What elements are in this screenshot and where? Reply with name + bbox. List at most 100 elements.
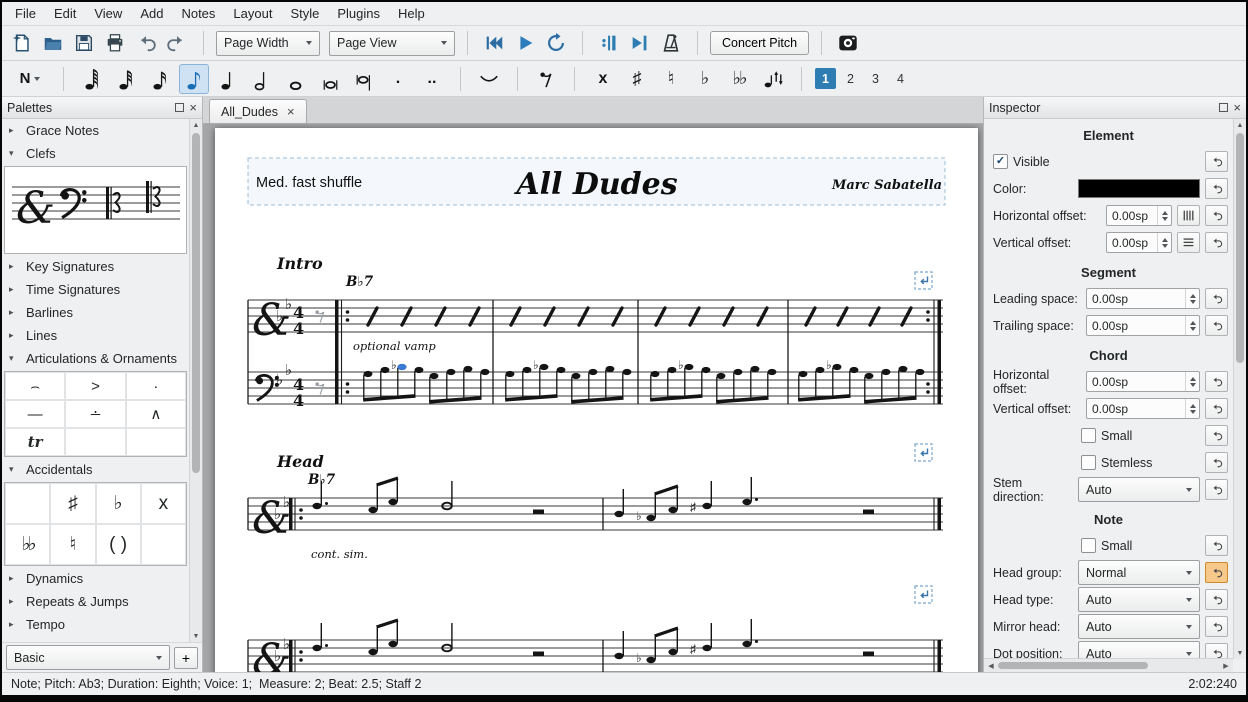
open-button[interactable] [39,29,67,57]
vertical-offset-spin[interactable]: 0.00sp [1106,232,1172,253]
duration-16th-button[interactable] [145,64,175,94]
dot-position-select[interactable]: Auto [1078,641,1200,659]
duration-whole-button[interactable] [281,64,311,94]
snap-horizontal-button[interactable] [1177,205,1200,226]
empty-cell[interactable] [65,428,125,456]
reset-dot-position-button[interactable] [1205,643,1228,659]
float-panel-icon[interactable] [1219,103,1228,112]
palette-set-select[interactable]: Basic [6,645,170,670]
menu-layout[interactable]: Layout [224,3,281,24]
palette-item-tempo[interactable]: ▸Tempo [2,613,190,636]
reset-chord-horizontal-button[interactable] [1205,371,1228,392]
voice-2-button[interactable]: 2 [840,68,861,89]
reset-chord-small-button[interactable] [1205,425,1228,446]
menu-plugins[interactable]: Plugins [328,3,389,24]
palette-item-clefs[interactable]: ▾Clefs [2,142,190,165]
voice-1-button[interactable]: 1 [815,68,836,89]
natural-cell[interactable]: ♮ [50,524,95,565]
play-repeats-button[interactable] [595,29,623,57]
score-page[interactable]: Med. fast shuffle All Dudes Marc Sabatel… [215,128,978,672]
tie-button[interactable] [474,64,504,94]
composer-text[interactable]: Marc Sabatella [831,178,942,193]
double-sharp-button[interactable]: x [588,64,618,94]
flat-button[interactable]: ♭ [690,64,720,94]
staccato-cell[interactable]: · [126,372,186,400]
print-button[interactable] [101,29,129,57]
scrollbar-thumb[interactable] [192,133,200,473]
double-dot-button[interactable]: .. [417,64,447,94]
spin-arrows[interactable] [1185,372,1199,391]
scroll-down-icon[interactable]: ▼ [1234,647,1246,659]
expression-text[interactable]: optional vamp [353,339,436,353]
double-flat-button[interactable]: ♭♭ [724,64,754,94]
system-break-icon[interactable] [915,586,932,603]
duration-64th-button[interactable] [77,64,107,94]
leading-space-spin[interactable]: 0.00sp [1086,288,1200,309]
time-signature[interactable]: 4 [293,391,304,410]
double-sharp-cell[interactable]: x [141,483,186,524]
sharp-button[interactable]: ♯ [622,64,652,94]
image-capture-button[interactable] [834,29,862,57]
horizontal-offset-spin[interactable]: 0.00sp [1106,205,1172,226]
double-flat-cell[interactable]: ♭♭ [5,524,50,565]
view-mode-select[interactable]: Page View [329,31,455,56]
color-swatch[interactable] [1078,179,1200,198]
palette-item-time-signatures[interactable]: ▸Time Signatures [2,278,190,301]
clefs-palette-grid[interactable]: & [4,166,187,254]
spin-arrows[interactable] [1157,233,1171,252]
undo-button[interactable] [132,29,160,57]
menu-help[interactable]: Help [389,3,434,24]
palette-item-grace-notes[interactable]: ▸Grace Notes [2,119,190,142]
reset-visible-button[interactable] [1205,151,1228,172]
scrollbar-thumb[interactable] [998,662,1148,669]
menu-style[interactable]: Style [281,3,328,24]
save-button[interactable] [70,29,98,57]
empty-cell[interactable] [5,483,50,524]
spin-arrows[interactable] [1185,316,1199,335]
tenuto-cell[interactable]: — [5,400,65,428]
zoom-select[interactable]: Page Width [216,31,320,56]
reset-note-small-button[interactable] [1205,535,1228,556]
reset-leading-space-button[interactable] [1205,288,1228,309]
accent-cell[interactable]: > [65,372,125,400]
tab-all-dudes[interactable]: All_Dudes × [209,99,307,123]
close-icon[interactable]: × [287,107,295,117]
flip-direction-button[interactable] [758,64,788,94]
empty-cell[interactable] [126,428,186,456]
natural-button[interactable]: ♮ [656,64,686,94]
duration-half-button[interactable] [247,64,277,94]
duration-breve-button[interactable] [315,64,345,94]
palette-item-dynamics[interactable]: ▸Dynamics [2,567,190,590]
rehearsal-mark-intro[interactable]: Intro [276,254,323,273]
rehearsal-mark-head[interactable]: Head [276,452,324,471]
reset-mirror-head-button[interactable] [1205,616,1228,637]
menu-file[interactable]: File [6,3,45,24]
trill-cell[interactable]: tr [5,428,65,456]
reset-horizontal-offset-button[interactable] [1205,205,1228,226]
menu-notes[interactable]: Notes [172,3,224,24]
palette-item-repeats-jumps[interactable]: ▸Repeats & Jumps [2,590,190,613]
scroll-right-icon[interactable]: ▶ [1219,660,1233,672]
concert-pitch-button[interactable]: Concert Pitch [710,31,809,55]
scroll-down-icon[interactable]: ▼ [190,630,202,642]
menu-edit[interactable]: Edit [45,3,85,24]
voice-4-button[interactable]: 4 [890,68,911,89]
head-type-select[interactable]: Auto [1078,587,1200,612]
palette-item-key-signatures[interactable]: ▸Key Signatures [2,255,190,278]
empty-cell[interactable] [141,524,186,565]
palette-item-articulations[interactable]: ▾Articulations & Ornaments [2,347,190,370]
trailing-space-spin[interactable]: 0.00sp [1086,315,1200,336]
duration-quarter-button[interactable] [213,64,243,94]
voice-3-button[interactable]: 3 [865,68,886,89]
palette-item-lines[interactable]: ▸Lines [2,324,190,347]
duration-32nd-button[interactable] [111,64,141,94]
palettes-scrollbar[interactable]: ▲ ▼ [189,119,202,642]
reset-head-group-button[interactable] [1205,562,1228,583]
reset-trailing-space-button[interactable] [1205,315,1228,336]
spin-arrows[interactable] [1185,399,1199,418]
redo-button[interactable] [163,29,191,57]
portato-cell[interactable]: ∸ [65,400,125,428]
fermata-cell[interactable]: ⌢ [5,372,65,400]
reset-head-type-button[interactable] [1205,589,1228,610]
reset-stem-direction-button[interactable] [1205,479,1228,500]
